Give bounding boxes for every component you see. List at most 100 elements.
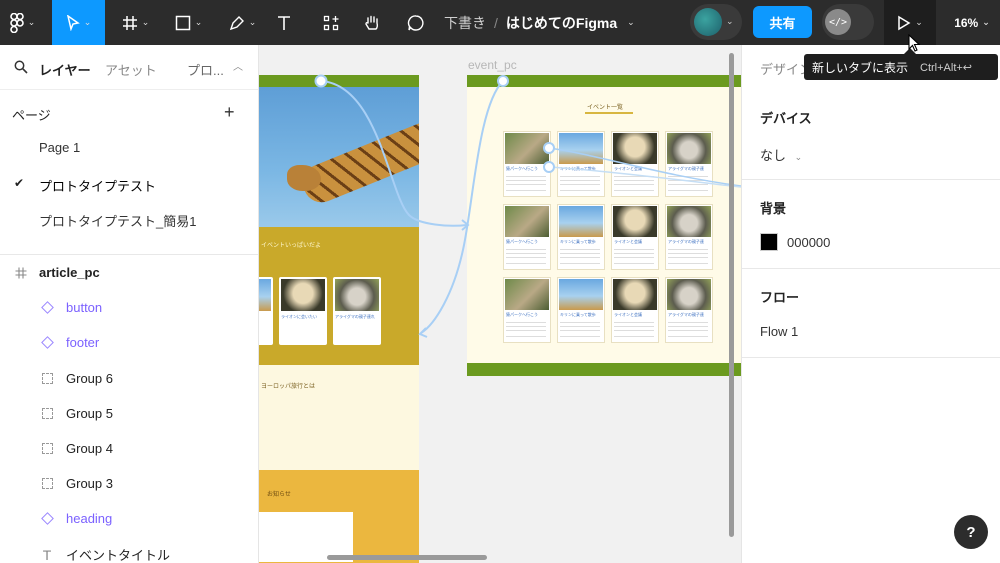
card-text-line	[560, 326, 600, 327]
share-button[interactable]: 共有	[753, 6, 812, 38]
event-card[interactable]: アライグマの親子連	[665, 204, 713, 270]
frame-tool-button[interactable]: ⌄	[113, 0, 158, 45]
card-image	[613, 133, 657, 164]
event-card[interactable]: アライグマの親子連	[665, 277, 713, 343]
pen-tool-button[interactable]: ⌄	[220, 0, 265, 45]
component-icon	[40, 301, 54, 315]
text-tool-button[interactable]	[268, 0, 300, 45]
breadcrumb-separator: /	[494, 14, 498, 31]
card-text-line	[614, 263, 654, 264]
flow-header: フロー	[760, 290, 800, 305]
frame-hash-icon	[122, 15, 137, 30]
event-card[interactable]: 猿パークへ行こう	[503, 277, 551, 343]
pen-icon	[229, 15, 244, 30]
page-item-selected[interactable]: プロトタイプテスト	[39, 176, 156, 195]
layer-name: Group 4	[66, 441, 113, 456]
horizontal-scrollbar[interactable]	[327, 555, 487, 560]
event-card[interactable]: キリンに乗って散歩	[557, 131, 605, 197]
layer-row-text[interactable]: T イベントタイトル	[0, 537, 258, 563]
card-title: キリンに乗って散歩	[560, 166, 596, 171]
resources-button[interactable]	[315, 0, 347, 45]
layer-row-group[interactable]: Group 4	[0, 431, 258, 466]
design-canvas[interactable]: イベントいっぱいだよ ライオンに会いたい アライグマの親子連れ ヨーロッパ旅行と…	[259, 45, 741, 563]
event-card[interactable]: アライグマの親子連	[665, 131, 713, 197]
layer-row-component[interactable]: heading	[0, 501, 258, 536]
help-button[interactable]: ?	[954, 515, 988, 549]
card-image	[505, 206, 549, 237]
layer-name: heading	[66, 511, 113, 526]
flow-item[interactable]: Flow 1	[760, 324, 798, 339]
layer-row-component[interactable]: footer	[0, 325, 258, 360]
card-text-line	[614, 322, 654, 323]
news-section: お知らせ	[259, 470, 419, 563]
background-header: 背景	[760, 201, 787, 216]
comment-bubble-icon	[407, 14, 424, 31]
tab-prototype-pages[interactable]: プロ...	[187, 60, 224, 79]
event-card[interactable]: キリンに乗って散歩	[557, 277, 605, 343]
card-image	[667, 133, 711, 164]
event-card[interactable]: キリンに乗って散歩	[557, 204, 605, 270]
card-title: ライオンに会いたい	[281, 314, 317, 319]
background-hex[interactable]: 000000	[787, 235, 830, 250]
card-text-line	[560, 184, 600, 185]
comment-tool-button[interactable]	[400, 0, 432, 45]
chevron-down-icon: ⌄	[982, 17, 990, 27]
event-card[interactable]: 猿パークへ行こう	[503, 204, 551, 270]
layer-name: button	[66, 300, 103, 315]
chevron-up-icon[interactable]: ︿	[233, 58, 243, 73]
layer-row-group[interactable]: Group 3	[0, 466, 258, 501]
background-section: 背景 000000	[742, 180, 1000, 269]
tab-assets[interactable]: アセット	[105, 60, 157, 79]
page-item[interactable]: Page 1	[39, 140, 80, 155]
card-title: キリンに乗って散歩	[560, 312, 596, 317]
search-icon[interactable]	[14, 60, 28, 74]
resources-icon	[323, 15, 339, 30]
article-frame[interactable]: イベントいっぱいだよ ライオンに会いたい アライグマの親子連れ ヨーロッパ旅行と…	[259, 75, 419, 563]
layer-row-group[interactable]: Group 6	[0, 361, 258, 396]
zoom-level: 16%	[954, 15, 979, 30]
card-text-line	[614, 190, 654, 191]
card-text-line	[506, 263, 546, 264]
layer-row-frame[interactable]: article_pc	[0, 255, 258, 290]
device-select[interactable]: なし ⌄	[760, 145, 802, 164]
event-card[interactable]: 猿パークへ行こう	[503, 131, 551, 197]
shape-tool-button[interactable]: ⌄	[166, 0, 211, 45]
draft-label[interactable]: 下書き	[444, 13, 486, 33]
page-item[interactable]: プロトタイプテスト_簡易1	[39, 211, 196, 230]
card-image	[559, 279, 603, 310]
vertical-scrollbar[interactable]	[729, 53, 734, 537]
user-avatar-button[interactable]: ⌄	[690, 4, 742, 40]
frame-footer	[467, 363, 741, 376]
add-page-icon[interactable]: +	[224, 103, 235, 121]
text-t-icon	[278, 15, 290, 30]
zoom-menu-button[interactable]: 16% ⌄	[944, 0, 1000, 45]
file-breadcrumb[interactable]: 下書き / はじめてのFigma ⌄	[444, 0, 635, 45]
device-value: なし	[760, 148, 787, 163]
tab-layers[interactable]: レイヤー	[39, 60, 91, 79]
card-text-line	[560, 190, 600, 191]
card-title: 猿パークへ行こう	[506, 239, 538, 244]
layer-row-group[interactable]: Group 5	[0, 396, 258, 431]
frame-nav-bar	[467, 75, 741, 87]
move-tool-button[interactable]: ⌄	[52, 0, 105, 45]
layer-row-component[interactable]: button	[0, 290, 258, 325]
card-text-line	[668, 263, 708, 264]
event-frame[interactable]: イベント一覧 猿パークへ行こう キリンに乗って散歩 ライオンと会議 アライグマの親子連…	[467, 75, 741, 376]
frame-label[interactable]: event_pc	[468, 58, 517, 72]
background-color-swatch[interactable]	[760, 233, 778, 251]
card-text-line	[668, 330, 708, 331]
figma-menu-button[interactable]: ⌄	[0, 0, 45, 45]
cursor-arrow-icon	[66, 14, 80, 31]
top-toolbar: ⌄ ⌄ ⌄ ⌄ ⌄ 下書き / はじめてのFigma ⌄ ⌄ 共有 </> ⌄ …	[0, 0, 1000, 45]
card-text-line	[614, 330, 654, 331]
hand-tool-button[interactable]	[356, 0, 388, 45]
card-title: アライグマの親子連	[668, 239, 704, 244]
card-text-line	[560, 330, 600, 331]
card-text-line	[506, 257, 546, 258]
event-card[interactable]: ライオンと会議	[611, 277, 659, 343]
file-name[interactable]: はじめてのFigma	[506, 13, 617, 33]
dev-mode-toggle[interactable]: </>	[822, 4, 874, 40]
event-card[interactable]: ライオンと会議	[611, 131, 659, 197]
card-title: アライグマの親子連	[668, 166, 704, 171]
event-card[interactable]: ライオンと会議	[611, 204, 659, 270]
